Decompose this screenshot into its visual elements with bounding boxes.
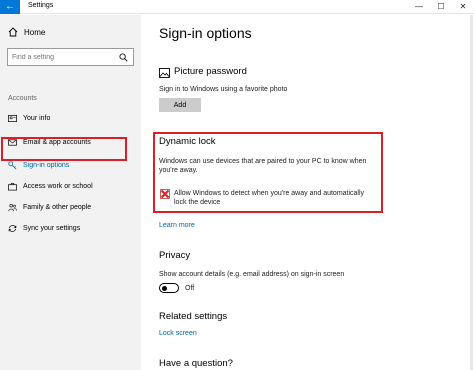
related-settings-title: Related settings	[159, 311, 228, 322]
maximize-button[interactable]: ☐	[430, 0, 452, 14]
people-icon	[8, 203, 17, 211]
minimize-button[interactable]: —	[408, 0, 430, 14]
dynamic-lock-checkbox-label-line2: lock the device	[174, 199, 221, 206]
lock-screen-link[interactable]: Lock screen	[159, 330, 197, 337]
sync-icon	[8, 224, 17, 232]
sidebar-item-email-accounts[interactable]: Email & app accounts	[8, 135, 133, 149]
dynamic-lock-checkbox[interactable]	[160, 189, 170, 199]
privacy-title: Privacy	[159, 250, 191, 261]
sidebar-item-label: Email & app accounts	[23, 138, 91, 146]
search-box	[7, 48, 134, 66]
search-icon[interactable]	[119, 53, 128, 62]
sidebar-item-access-work[interactable]: Access work or school	[8, 179, 133, 193]
picture-password-description: Sign in to Windows using a favorite phot…	[159, 86, 288, 93]
sidebar-home[interactable]: Home	[8, 25, 128, 39]
search-input[interactable]	[12, 51, 112, 63]
picture-password-title: Picture password	[174, 66, 247, 77]
window-controls: — ☐ ✕	[408, 0, 474, 14]
sidebar-item-family[interactable]: Family & other people	[8, 200, 133, 214]
person-card-icon	[8, 114, 17, 122]
email-icon	[8, 138, 17, 146]
sidebar-item-label: Sign-in options	[23, 161, 70, 169]
back-button[interactable]: ←	[0, 0, 20, 14]
dynamic-lock-title: Dynamic lock	[159, 136, 216, 147]
dynamic-lock-description-line2: you're away.	[159, 167, 198, 174]
sidebar-item-label: Your info	[23, 114, 51, 122]
sidebar: Home Accounts Your info Email & app acco…	[0, 15, 141, 370]
sidebar-item-label: Family & other people	[23, 203, 92, 211]
title-bar: ← Settings — ☐ ✕	[0, 0, 474, 14]
picture-icon	[159, 68, 170, 78]
close-button[interactable]: ✕	[452, 0, 474, 14]
scrollbar[interactable]	[470, 15, 473, 370]
page-title: Sign-in options	[159, 25, 252, 41]
window-title: Settings	[28, 2, 54, 9]
privacy-description: Show account details (e.g. email address…	[159, 271, 345, 278]
have-a-question-title: Have a question?	[159, 358, 233, 369]
sidebar-item-your-info[interactable]: Your info	[8, 111, 133, 125]
back-arrow-icon: ←	[5, 1, 15, 12]
add-picture-password-button[interactable]: Add	[159, 98, 201, 112]
home-icon	[8, 27, 18, 37]
sidebar-item-sync[interactable]: Sync your settings	[8, 221, 133, 235]
section-header-accounts: Accounts	[8, 95, 37, 102]
briefcase-icon	[8, 182, 17, 190]
main-content: Sign-in options Picture password Sign in…	[141, 15, 474, 370]
toggle-knob	[162, 285, 167, 291]
key-icon	[8, 160, 17, 169]
learn-more-link[interactable]: Learn more	[159, 222, 195, 229]
sidebar-home-label: Home	[24, 27, 46, 37]
sidebar-item-label: Sync your settings	[23, 224, 81, 232]
privacy-toggle-state: Off	[185, 285, 195, 292]
sidebar-item-sign-in-options[interactable]: Sign-in options	[8, 158, 133, 172]
sidebar-item-label: Access work or school	[23, 182, 93, 190]
privacy-toggle[interactable]	[159, 283, 179, 293]
